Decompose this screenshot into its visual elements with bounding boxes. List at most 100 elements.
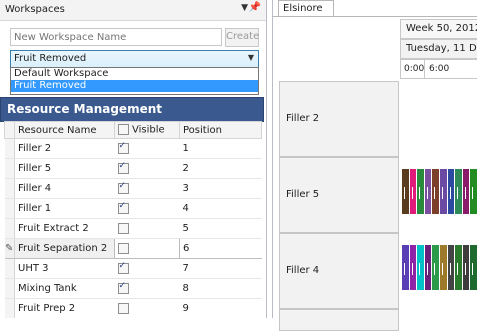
table-row[interactable]: Filler 1 4: [4, 198, 262, 219]
visible-cell: [114, 278, 180, 299]
task-marker: [404, 187, 405, 199]
visible-cell: [114, 138, 180, 159]
dropdown-option-default-workspace[interactable]: Default Workspace: [11, 68, 258, 80]
resource-row-filler-2[interactable]: Filler 2: [279, 81, 399, 157]
filler-4-task-bar[interactable]: [447, 245, 455, 290]
task-marker: [434, 263, 436, 275]
column-header-position[interactable]: Position: [179, 121, 262, 139]
position-cell[interactable]: 6: [179, 238, 262, 259]
visible-checkbox[interactable]: [118, 242, 129, 254]
select-all-visible-checkbox[interactable]: [118, 124, 129, 136]
position-cell: 9: [179, 298, 262, 318]
task-marker: [464, 263, 466, 275]
row-indicator: [4, 278, 15, 299]
task-marker: [426, 263, 428, 275]
table-row[interactable]: Filler 4 3: [4, 178, 262, 199]
resource-management-title: Resource Management: [7, 102, 162, 116]
filler-4-task-bar[interactable]: [417, 245, 424, 290]
task-marker: [404, 263, 405, 275]
row-indicator: [4, 198, 15, 219]
resource-name-cell: Fruit Separation 2: [14, 238, 115, 259]
task-marker: [457, 187, 459, 199]
pin-icon[interactable]: 📌: [249, 2, 261, 13]
week-header: Week 50, 2012: [400, 19, 477, 39]
filler-5-task-bar[interactable]: [402, 169, 409, 214]
filler-4-lane: [402, 245, 477, 292]
visible-cell: [114, 158, 180, 179]
task-marker: [449, 263, 451, 275]
filler-5-task-bar[interactable]: [447, 169, 455, 214]
filler-5-task-bar[interactable]: [432, 169, 439, 214]
visible-cell: [114, 218, 180, 239]
filler-5-task-bar[interactable]: [409, 169, 417, 214]
table-row[interactable]: Filler 5 2: [4, 158, 262, 179]
time-header-0000: 0:00: [400, 59, 425, 79]
table-row[interactable]: Filler 2 1: [4, 138, 262, 159]
position-cell: 8: [179, 278, 262, 299]
dropdown-option-fruit-removed[interactable]: Fruit Removed: [11, 80, 258, 92]
visible-checkbox[interactable]: [117, 222, 129, 234]
resource-row-filler-4[interactable]: Filler 4: [279, 233, 399, 309]
task-marker: [419, 187, 421, 199]
gantt-chart: Week 50, 2012 Tuesday, 11 December 0:00 …: [279, 17, 477, 331]
schedule-panel: Elsinore Week 50, 2012 Tuesday, 11 Decem…: [272, 0, 477, 331]
visible-checkbox[interactable]: [117, 261, 129, 274]
resource-management-header: Resource Management: [0, 97, 264, 122]
task-marker: [472, 187, 474, 199]
table-row[interactable]: UHT 3 7: [4, 258, 262, 279]
resource-name-cell: UHT 3: [14, 258, 115, 279]
resource-row-label: Filler 4: [286, 265, 320, 276]
table-row-editing[interactable]: ✎ Fruit Separation 2 6: [4, 238, 262, 259]
new-workspace-input[interactable]: [11, 29, 221, 45]
filler-4-task-bar[interactable]: [470, 245, 477, 290]
visible-checkbox[interactable]: [117, 302, 129, 314]
position-cell: 1: [179, 138, 262, 159]
resource-name-cell: Fruit Prep 2: [14, 298, 115, 318]
column-header-visible-label: Visible: [132, 124, 165, 136]
visible-checkbox[interactable]: [117, 201, 129, 214]
filler-5-task-bar[interactable]: [424, 169, 432, 214]
table-row[interactable]: Fruit Extract 2 5: [4, 218, 262, 239]
resource-row-next[interactable]: [279, 309, 399, 331]
resource-name-cell: Filler 5: [14, 158, 115, 179]
position-cell: 7: [179, 258, 262, 279]
filler-4-task-bar[interactable]: [424, 245, 432, 290]
task-marker: [472, 263, 474, 275]
visible-checkbox[interactable]: [117, 281, 129, 294]
table-row[interactable]: Mixing Tank 8: [4, 278, 262, 299]
filler-4-task-bar[interactable]: [409, 245, 417, 290]
task-marker: [419, 263, 421, 275]
resource-row-filler-5[interactable]: Filler 5: [279, 157, 399, 233]
filler-4-task-bar[interactable]: [440, 245, 447, 290]
task-marker: [411, 187, 413, 199]
filler-5-task-bar[interactable]: [417, 169, 424, 214]
workspace-select[interactable]: Fruit Removed ▼: [10, 50, 259, 68]
task-marker: [426, 187, 428, 199]
pencil-icon: ✎: [4, 238, 15, 259]
filler-5-task-bar[interactable]: [455, 169, 462, 214]
column-header-visible[interactable]: Visible: [114, 121, 180, 139]
column-header-resource-name[interactable]: Resource Name: [14, 121, 115, 139]
filler-4-task-bar[interactable]: [432, 245, 439, 290]
resource-name-cell: Mixing Tank: [14, 278, 115, 299]
table-row[interactable]: Fruit Prep 2 9: [4, 298, 262, 318]
filler-5-task-bar[interactable]: [462, 169, 470, 214]
visible-checkbox[interactable]: [117, 141, 129, 154]
filler-4-task-bar[interactable]: [455, 245, 462, 290]
filler-5-task-bar[interactable]: [440, 169, 447, 214]
filler-4-task-bar[interactable]: [462, 245, 470, 290]
resource-row-label: Filler 2: [286, 113, 320, 124]
filler-5-task-bar[interactable]: [470, 169, 477, 214]
chevron-down-icon: ▼: [247, 53, 254, 62]
panel-menu-dropdown-icon[interactable]: ▼: [241, 3, 248, 13]
visible-checkbox[interactable]: [117, 181, 129, 194]
create-button[interactable]: Create: [225, 28, 259, 47]
tab-elsinore[interactable]: Elsinore: [278, 0, 334, 17]
new-workspace-field[interactable]: [10, 28, 222, 46]
task-marker: [442, 263, 443, 275]
visible-checkbox[interactable]: [117, 161, 129, 174]
row-indicator: [4, 218, 15, 239]
filler-4-task-bar[interactable]: [402, 245, 409, 290]
resource-name-cell: Filler 2: [14, 138, 115, 159]
resource-name-cell: Filler 1: [14, 198, 115, 219]
